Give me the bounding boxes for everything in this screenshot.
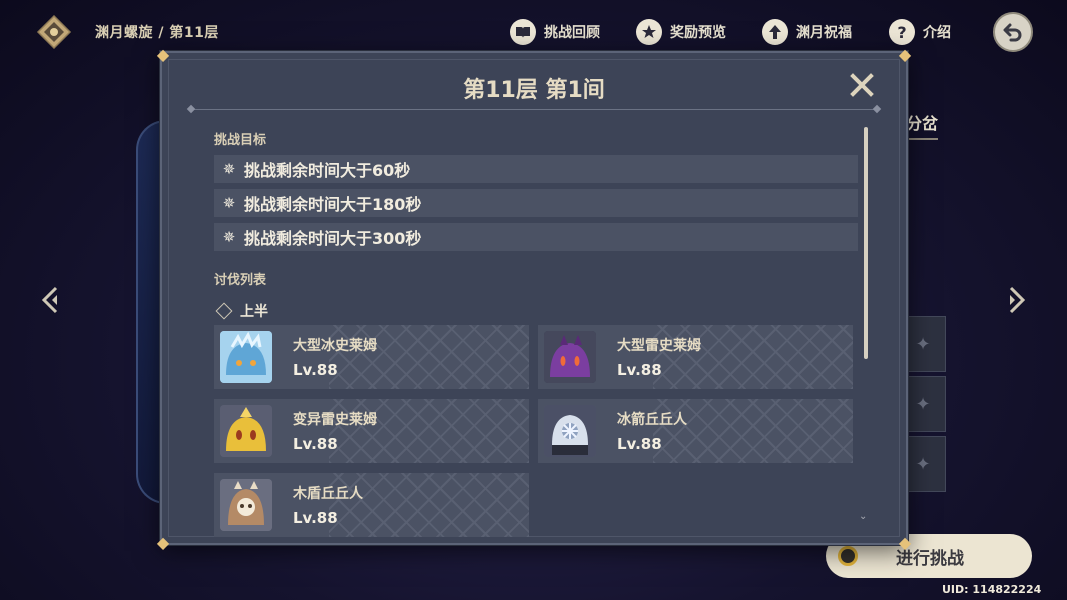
reward-preview-label: 奖励预览	[670, 25, 726, 41]
star-badge-icon	[636, 19, 662, 45]
back-button[interactable]	[993, 12, 1033, 52]
breadcrumb: 渊月螺旋 / 第11层	[95, 25, 219, 41]
enemy-card[interactable]: 木盾丘丘人 Lv.88	[214, 473, 529, 537]
introduction-label: 介绍	[923, 25, 951, 41]
enemy-level: Lv.88	[617, 361, 662, 379]
blessing-button[interactable]: 渊月祝福	[762, 17, 852, 47]
confirm-circle-icon	[838, 546, 858, 566]
first-half-label: 上半	[214, 301, 268, 321]
star-icon: ✵	[222, 160, 236, 178]
goal-row: ✵ 挑战剩余时间大于300秒	[214, 223, 858, 251]
corner-ornament-icon: ◆	[898, 532, 912, 552]
scrollbar-thumb[interactable]	[864, 127, 868, 359]
enemy-level: Lv.88	[293, 509, 338, 527]
corner-ornament-icon: ◆	[898, 44, 912, 64]
enemy-name: 变异雷史莱姆	[293, 412, 377, 428]
dialog-scrollbar[interactable]	[864, 127, 868, 521]
goal-text: 挑战剩余时间大于180秒	[244, 195, 422, 214]
enemy-name: 大型雷史莱姆	[617, 338, 701, 354]
enemy-card[interactable]: 大型冰史莱姆 Lv.88	[214, 325, 529, 389]
electro-slime-icon	[544, 331, 596, 383]
enemy-card[interactable]: 大型雷史莱姆 Lv.88	[538, 325, 853, 389]
help-icon: ?	[889, 19, 915, 45]
challenge-review-label: 挑战回顾	[544, 25, 600, 41]
dialog-title: 第11层 第1间	[463, 78, 605, 103]
goal-row: ✵ 挑战剩余时间大于60秒	[214, 155, 858, 183]
challenge-review-button[interactable]: 挑战回顾	[510, 17, 600, 47]
uid-label: UID: 114822224	[942, 583, 1042, 596]
goals-heading: 挑战目标	[214, 133, 267, 148]
close-button[interactable]	[848, 71, 876, 99]
book-icon	[510, 19, 536, 45]
star-icon: ✵	[222, 228, 236, 246]
enemy-card[interactable]: 变异雷史莱姆 Lv.88	[214, 399, 529, 463]
title-divider	[192, 109, 876, 110]
corner-ornament-icon: ◆	[156, 532, 170, 552]
cryo-slime-icon	[220, 331, 272, 383]
enemy-list-heading: 讨伐列表	[214, 273, 267, 288]
enemy-name: 木盾丘丘人	[293, 486, 363, 502]
goal-text: 挑战剩余时间大于300秒	[244, 229, 422, 248]
abyss-logo-icon	[36, 14, 72, 50]
first-half-text: 上半	[240, 304, 268, 320]
background-tab-branch: 分岔	[906, 110, 939, 140]
star-icon: ✵	[222, 194, 236, 212]
introduction-button[interactable]: ? 介绍	[889, 17, 951, 47]
chamber-detail-dialog: ◆ ◆ ◆ ◆ 第11层 第1间 挑战目标 ✵ 挑战剩余时间大于60秒 ✵ 挑战…	[157, 45, 911, 552]
enemy-card[interactable]: 冰箭丘丘人 Lv.88	[538, 399, 853, 463]
scroll-down-icon[interactable]: ⌄	[859, 511, 867, 522]
reward-preview-button[interactable]: 奖励预览	[636, 17, 726, 47]
corner-ornament-icon: ◆	[156, 44, 170, 64]
enemy-name: 冰箭丘丘人	[617, 412, 687, 428]
dialog-inner-frame	[168, 59, 900, 537]
mutant-slime-icon	[220, 405, 272, 457]
goal-row: ✵ 挑战剩余时间大于180秒	[214, 189, 858, 217]
goal-text: 挑战剩余时间大于60秒	[244, 161, 411, 180]
wooden-shield-hilichurl-icon	[220, 479, 272, 531]
previous-chamber-arrow-icon[interactable]	[38, 285, 64, 315]
enemy-level: Lv.88	[293, 361, 338, 379]
next-chamber-arrow-icon[interactable]	[1003, 285, 1029, 315]
back-arrow-icon	[1003, 23, 1022, 42]
diamond-icon	[215, 302, 233, 320]
enemy-level: Lv.88	[293, 435, 338, 453]
upgrade-arrow-icon	[762, 19, 788, 45]
enemy-name: 大型冰史莱姆	[293, 338, 377, 354]
cryo-hilichurl-icon	[544, 405, 596, 457]
enemy-level: Lv.88	[617, 435, 662, 453]
close-icon	[850, 73, 874, 97]
blessing-label: 渊月祝福	[796, 25, 852, 41]
